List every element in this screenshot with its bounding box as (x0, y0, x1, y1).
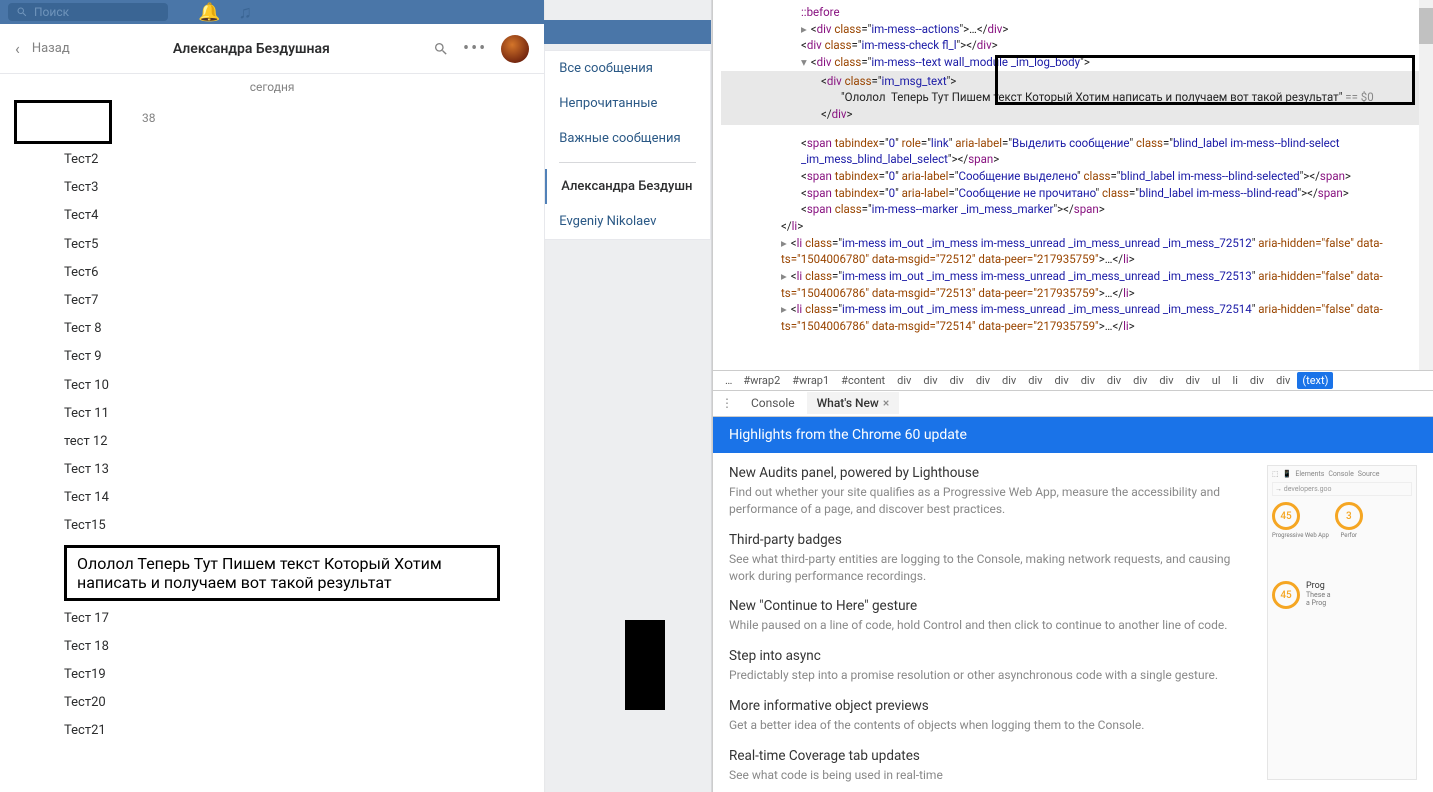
message-time: 38 (142, 111, 156, 125)
redaction-box (625, 620, 665, 710)
wn-desc: See what third-party entities are loggin… (729, 551, 1255, 585)
wn-title[interactable]: New Audits panel, powered by Lighthouse (729, 465, 1255, 481)
elements-panel[interactable]: ::before <div class="im-mess--actions">…… (713, 0, 1433, 370)
search-input[interactable]: Поиск (8, 3, 168, 21)
message-line[interactable]: Тест19 (64, 661, 544, 689)
chat-title: Александра Бездушная (78, 41, 425, 57)
sidebar-item-important[interactable]: Важные сообщения (545, 121, 710, 156)
message-line[interactable]: Тест21 (64, 717, 544, 745)
message-line[interactable]: Тест 17 (64, 605, 544, 633)
wn-desc: While paused on a line of code, hold Con… (729, 617, 1255, 634)
messages-list: 38 Тест2 Тест3 Тест4 Тест5 Тест6 Тест7 Т… (0, 100, 544, 792)
sidebar-conversation-active[interactable]: Александра Бездушн (545, 169, 710, 204)
wn-title[interactable]: Third-party badges (729, 532, 1255, 548)
tab-console[interactable]: Console (741, 392, 805, 414)
wn-title[interactable]: Real-time Coverage tab updates (729, 748, 1255, 764)
message-line[interactable]: Тест 10 (64, 372, 544, 400)
wn-desc: Get a better idea of the contents of obj… (729, 717, 1255, 734)
message-line[interactable]: Тест6 (64, 259, 544, 287)
top-bar: Поиск 🔔 ♫ (0, 0, 544, 24)
message-line[interactable]: Тест 8 (64, 315, 544, 343)
wn-desc: Find out whether your site qualifies as … (729, 484, 1255, 518)
sidebar-item-unread[interactable]: Непрочитанные (545, 86, 710, 121)
close-icon[interactable]: × (883, 396, 889, 410)
sidebar-conversation[interactable]: Evgeniy Nikolaev (545, 204, 710, 239)
tab-whatsnew[interactable]: What's New× (807, 392, 900, 414)
more-icon[interactable]: ••• (463, 38, 487, 59)
message-line[interactable]: Тест3 (64, 174, 544, 202)
date-label: сегодня (0, 74, 544, 100)
chat-header: ‹ Назад Александра Бездушная ••• (0, 24, 544, 74)
music-icon[interactable]: ♫ (238, 2, 252, 23)
message-line[interactable]: тест 12 (64, 428, 544, 456)
message-line[interactable]: Тест 11 (64, 400, 544, 428)
message-line[interactable]: Тест 13 (64, 456, 544, 484)
message-line[interactable]: Тест5 (64, 231, 544, 259)
top-icons: 🔔 ♫ (198, 2, 252, 23)
scrollbar[interactable] (1419, 0, 1433, 370)
avatar[interactable] (501, 35, 529, 63)
message-line[interactable]: Тест7 (64, 287, 544, 315)
message-line[interactable]: Тест20 (64, 689, 544, 717)
search-icon[interactable] (433, 41, 449, 57)
wn-desc: See what code is being used in real-time (729, 767, 1255, 784)
whatsnew-body: New Audits panel, powered by Lighthouse F… (713, 453, 1433, 792)
wn-title[interactable]: More informative object previews (729, 698, 1255, 714)
breadcrumb[interactable]: … #wrap2 #wrap1 #content div div div div… (713, 370, 1433, 391)
wn-title[interactable]: New "Continue to Here" gesture (729, 598, 1255, 614)
console-tabs: ⋮ Console What's New× (713, 391, 1433, 418)
whatsnew-preview: ⬚📱ElementsConsoleSource → developers.goo… (1267, 465, 1417, 780)
message-line[interactable]: Тест4 (64, 202, 544, 230)
message-line[interactable]: Тест 14 (64, 484, 544, 512)
wn-desc: Predictably step into a promise resoluti… (729, 667, 1255, 684)
search-placeholder: Поиск (34, 5, 69, 19)
message-line[interactable]: Тест2 (64, 129, 544, 174)
devtools-panel: ::before <div class="im-mess--actions">…… (712, 0, 1433, 792)
highlighted-message[interactable]: Ололол Теперь Тут Пишем текст Который Хо… (64, 545, 500, 601)
message-line[interactable]: Тест 18 (64, 633, 544, 661)
message-line[interactable]: Тест15 (64, 512, 544, 540)
message-line[interactable]: Тест 9 (64, 343, 544, 371)
wn-title[interactable]: Step into async (729, 648, 1255, 664)
breadcrumb-more[interactable]: … (721, 372, 736, 389)
back-icon[interactable]: ‹ (15, 39, 20, 58)
back-button[interactable]: Назад (32, 41, 70, 56)
sidebar-item-all[interactable]: Все сообщения (545, 51, 710, 86)
whatsnew-header: Highlights from the Chrome 60 update (713, 417, 1433, 453)
drawer-menu-icon[interactable]: ⋮ (721, 396, 733, 410)
bell-icon[interactable]: 🔔 (198, 2, 220, 23)
redaction-box (14, 100, 112, 144)
